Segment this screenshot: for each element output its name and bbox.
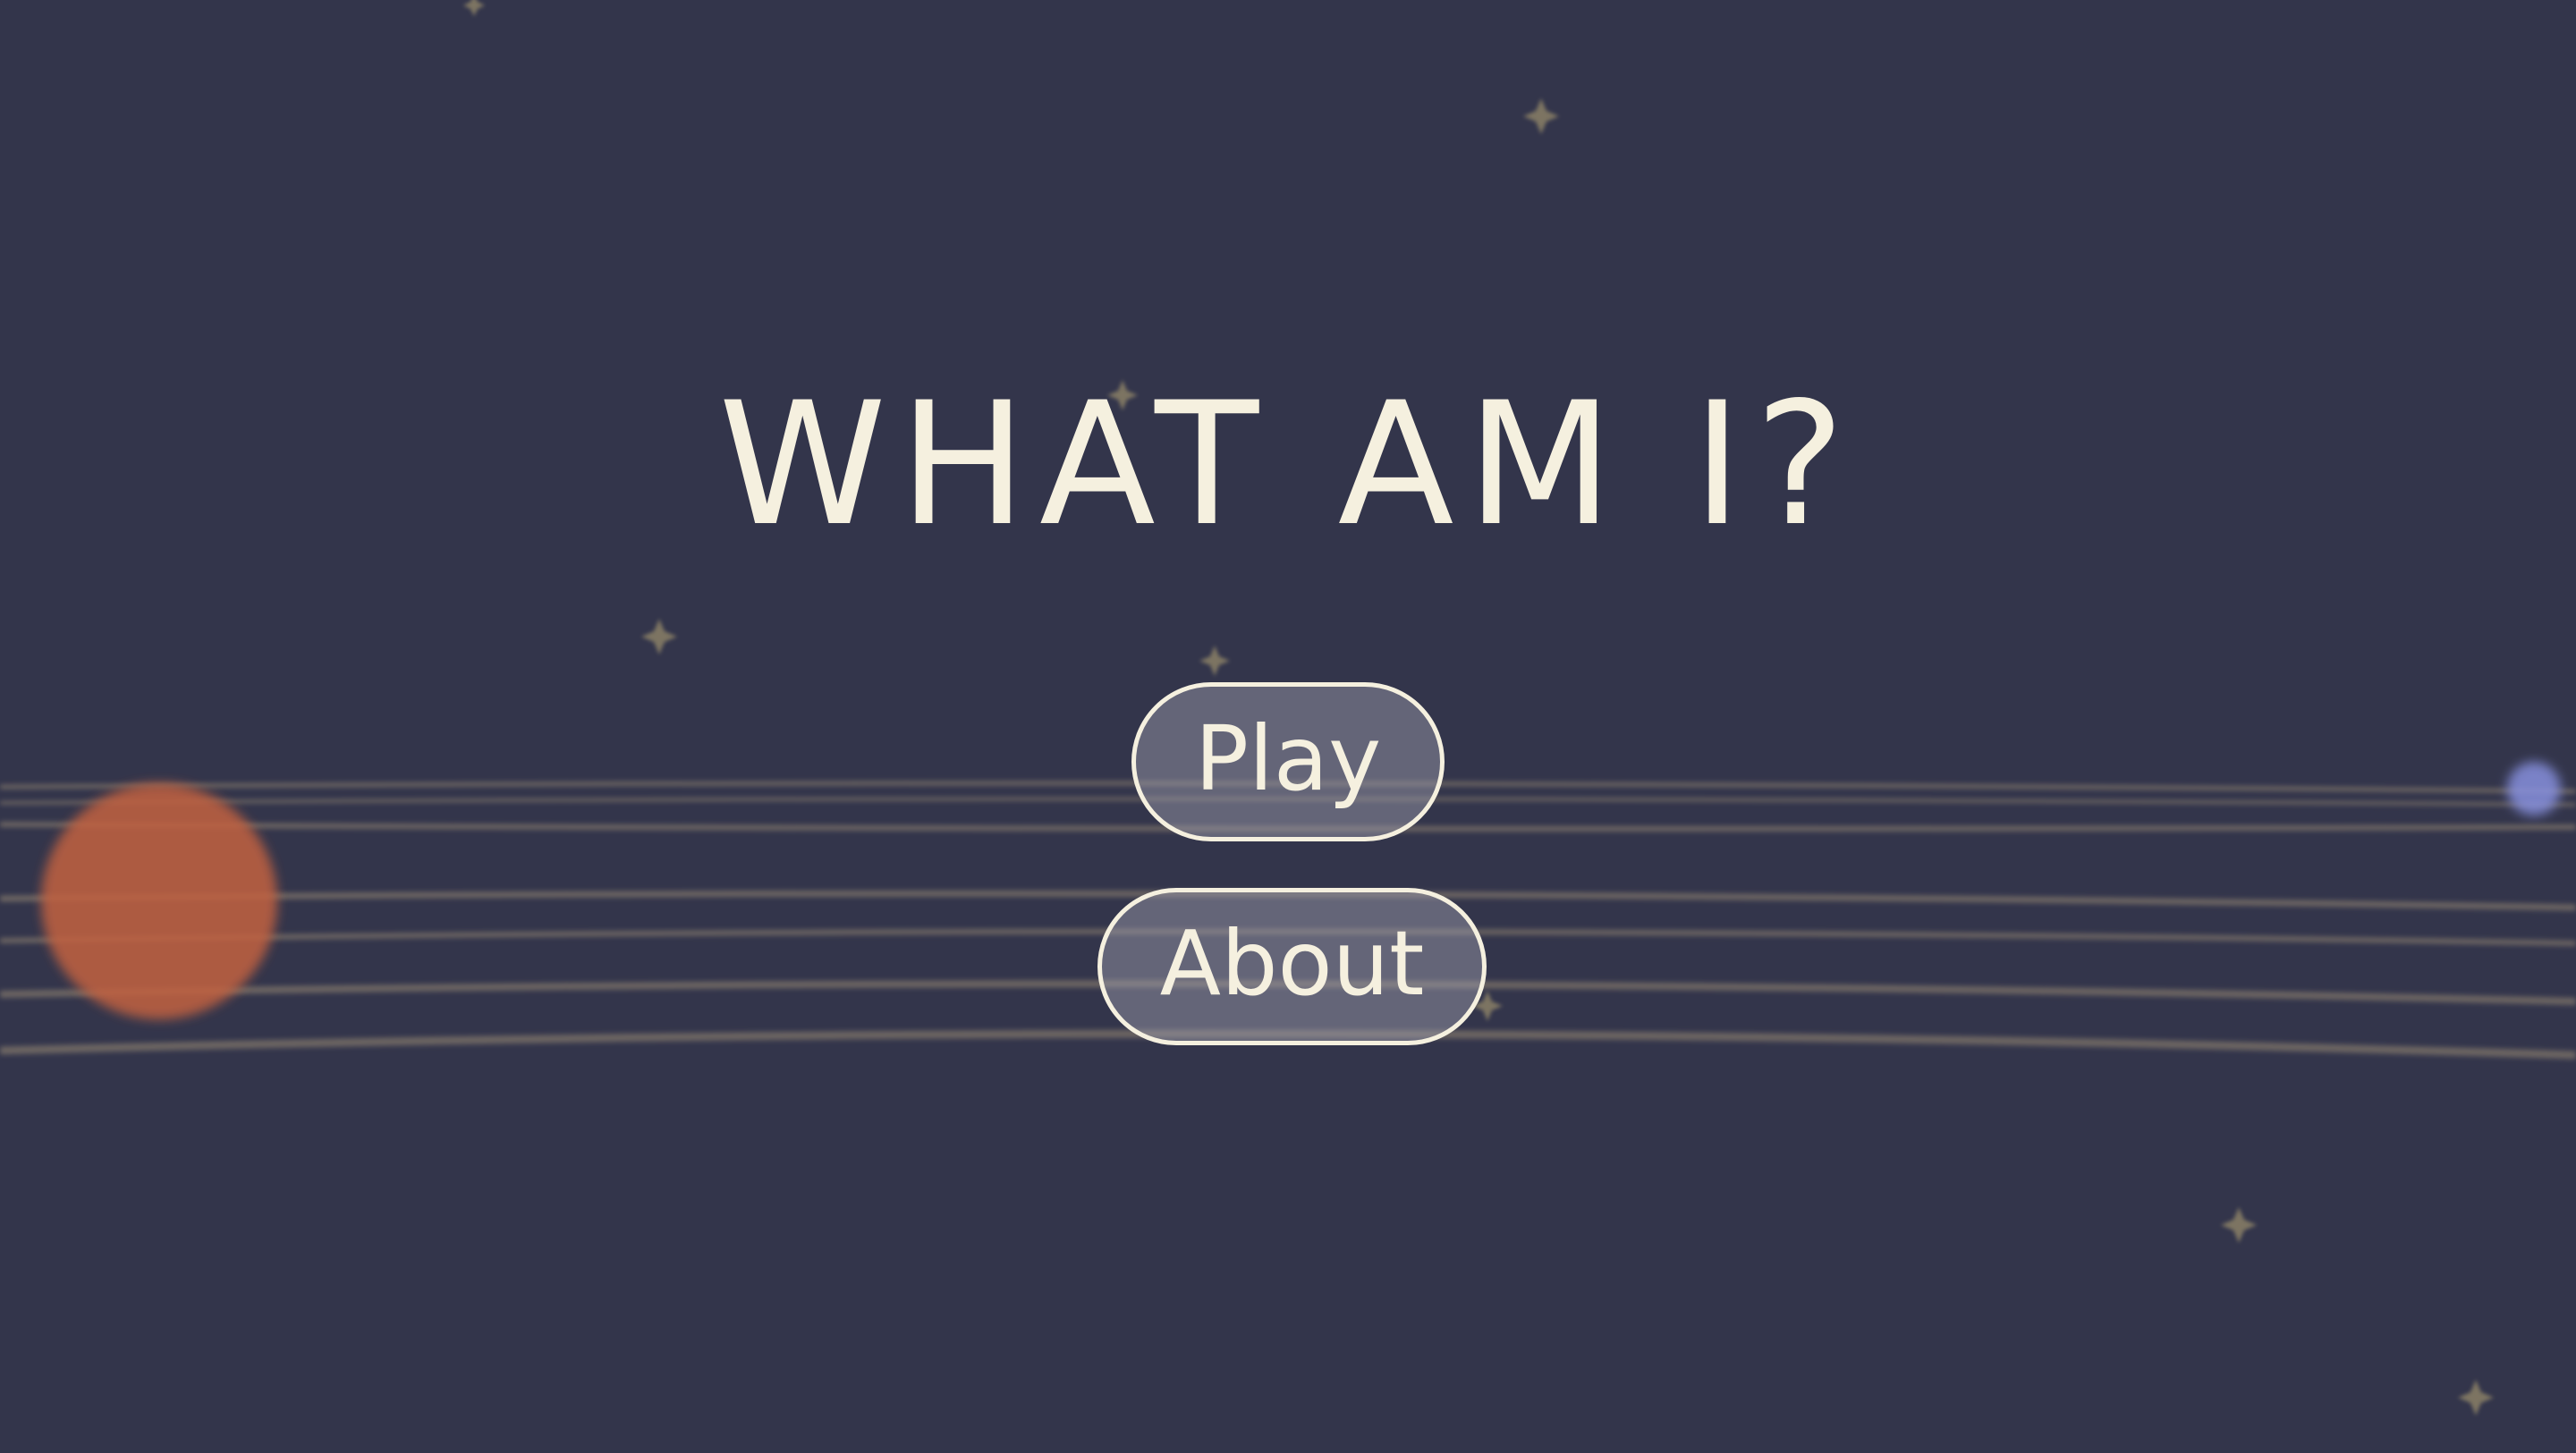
about-button[interactable]: About	[1097, 888, 1487, 1045]
play-button[interactable]: Play	[1131, 682, 1445, 841]
four-point-star-icon	[2221, 1207, 2257, 1243]
game-title: WHAT AM I?	[718, 366, 1858, 563]
four-point-star-icon	[641, 619, 677, 655]
planet-icon	[41, 783, 277, 1019]
four-point-star-icon	[1199, 646, 1230, 676]
four-point-star-icon	[2458, 1380, 2494, 1415]
four-point-star-icon	[1523, 98, 1559, 134]
main-menu-screen: WHAT AM I? Play About	[0, 0, 2576, 1453]
four-point-star-icon	[463, 0, 485, 16]
planet-icon	[2507, 762, 2561, 815]
